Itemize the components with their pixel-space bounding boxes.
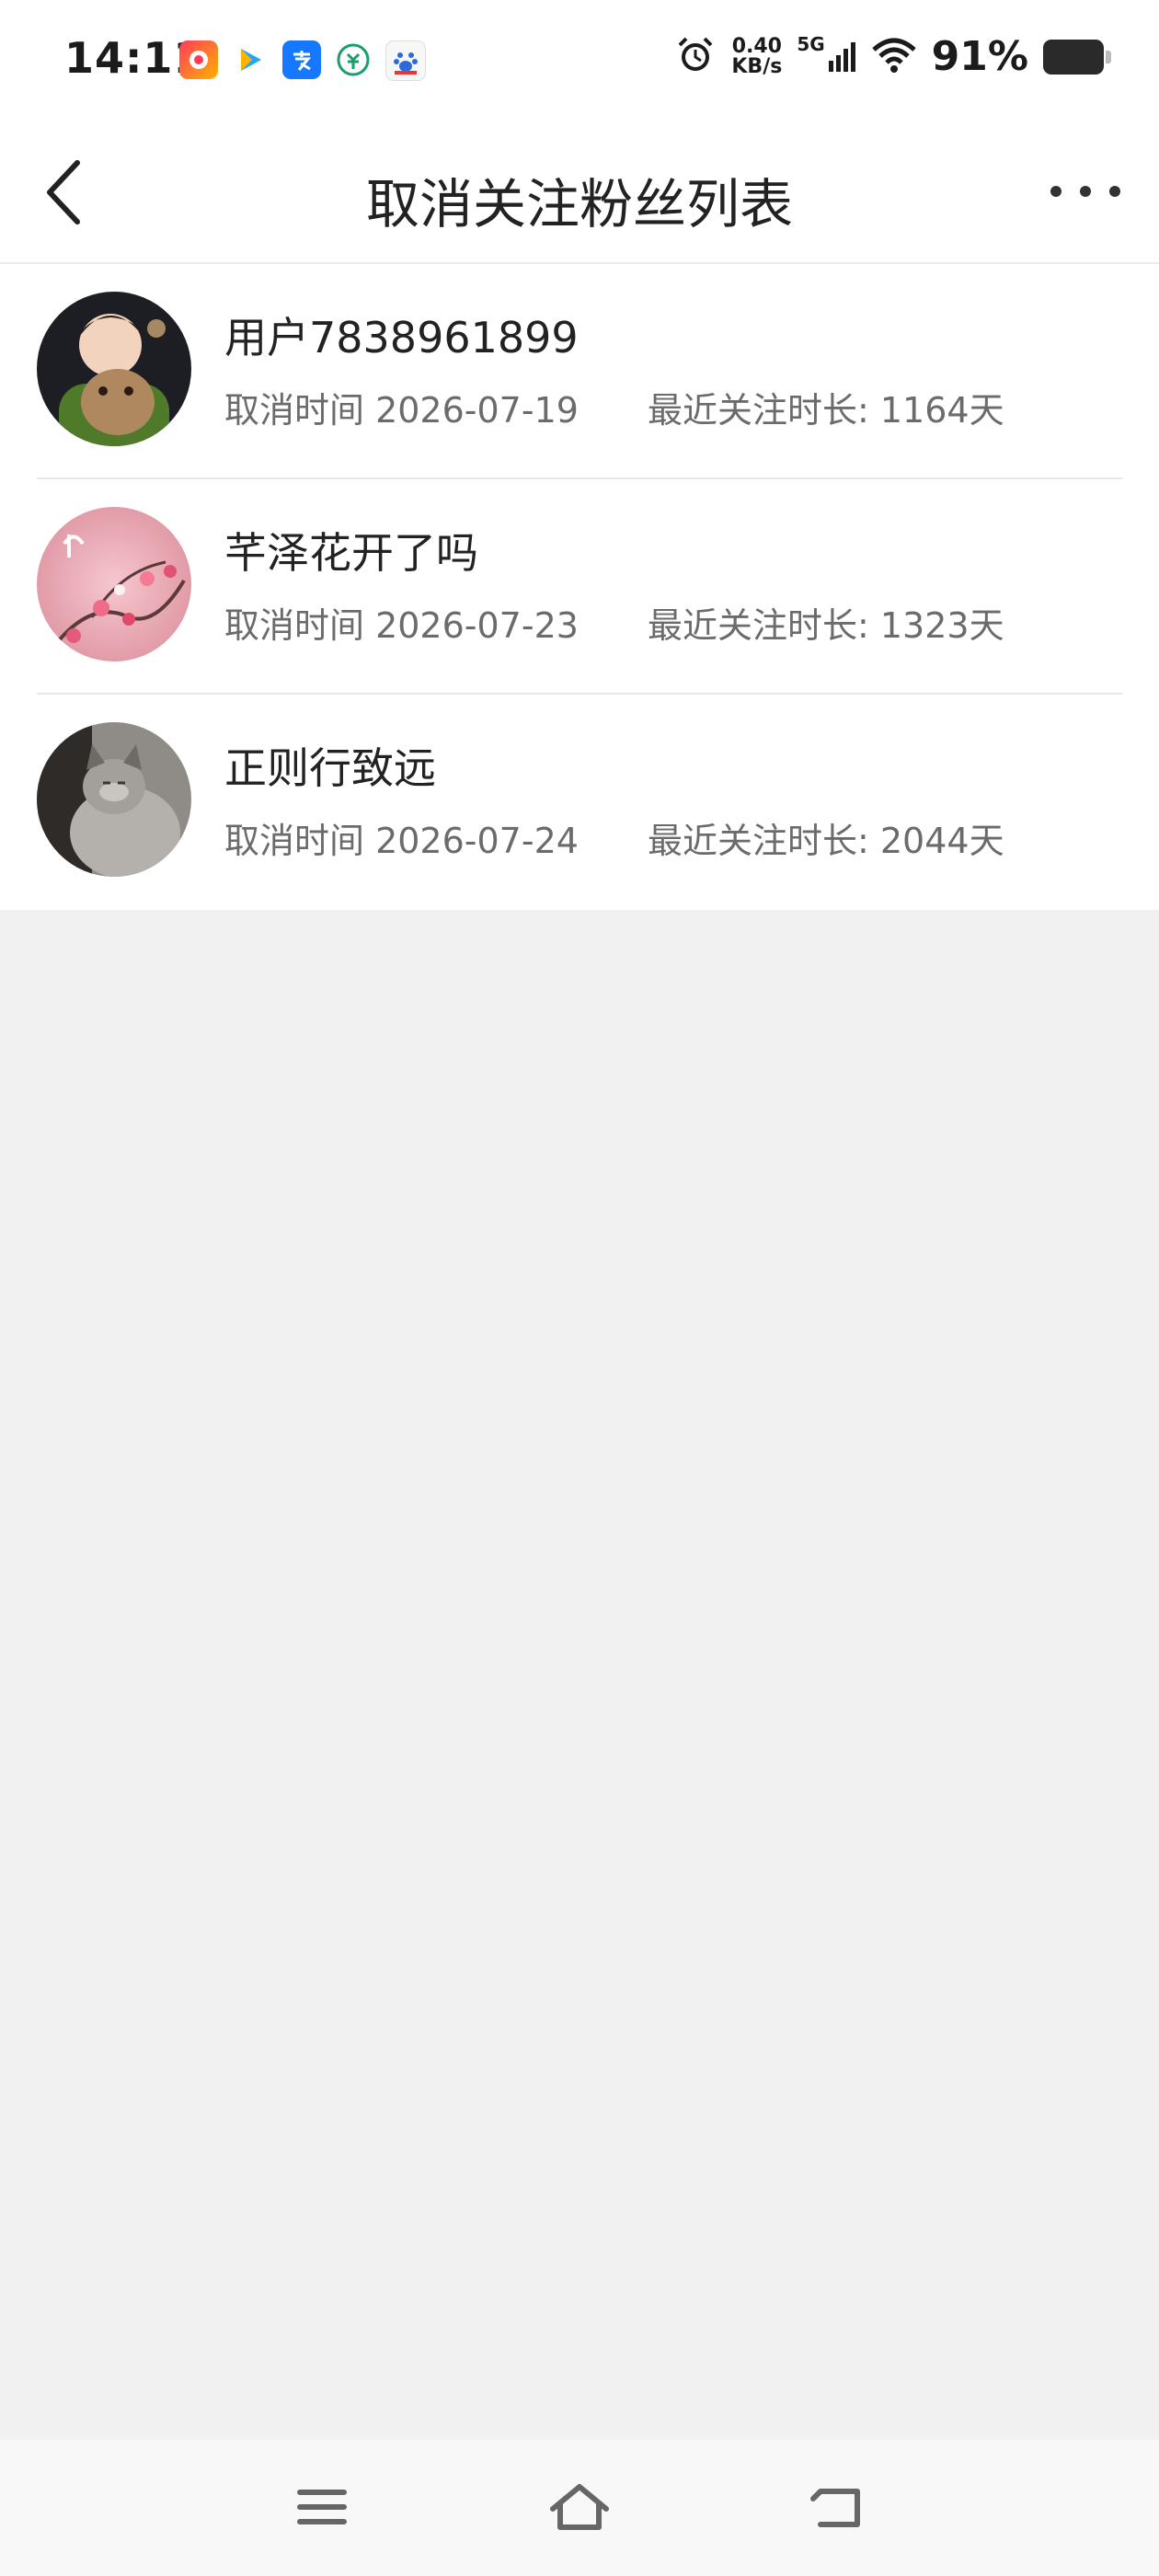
menu-icon — [296, 2487, 348, 2531]
follow-duration: 最近关注时长: 1164天 — [648, 390, 1004, 431]
back-nav-button[interactable] — [800, 2477, 874, 2541]
user-name: 正则行致远 — [224, 743, 436, 793]
home-icon — [547, 2481, 612, 2536]
alipay-icon — [282, 40, 321, 79]
user-name: 芊泽花开了吗 — [224, 528, 478, 578]
network-type: 5G — [797, 32, 825, 55]
cancel-time: 取消时间 2026-07-24 — [224, 821, 579, 861]
avatar[interactable] — [37, 722, 191, 877]
signal-icon — [828, 39, 856, 75]
return-icon — [809, 2484, 865, 2534]
network-speed: 0.40 KB/s — [731, 34, 783, 78]
list-item[interactable]: 正则行致远 取消时间 2026-07-24 最近关注时长: 2044天 — [0, 695, 1159, 910]
video-app-icon — [231, 40, 270, 79]
battery-percent: 91% — [931, 33, 1028, 80]
user-name: 用户7838961899 — [224, 313, 579, 362]
shopping-app-icon — [179, 40, 218, 79]
list-item[interactable]: 芊泽花开了吗 取消时间 2026-07-23 最近关注时长: 1323天 — [0, 479, 1159, 695]
menu-button[interactable] — [285, 2477, 359, 2541]
system-nav-bar — [0, 2440, 1159, 2576]
follow-duration: 最近关注时长: 2044天 — [648, 821, 1004, 861]
unfollow-fans-list: 用户7838961899 取消时间 2026-07-19 最近关注时长: 116… — [0, 264, 1159, 910]
baidu-icon — [385, 40, 426, 81]
nav-header: 取消关注粉丝列表 — [0, 124, 1159, 264]
home-button[interactable] — [543, 2477, 616, 2541]
avatar[interactable] — [37, 507, 191, 661]
more-options-button[interactable] — [1039, 161, 1131, 225]
status-bar: 14:11 0.40 KB/s 5G 91% — [0, 0, 1159, 124]
cancel-time: 取消时间 2026-07-23 — [224, 605, 579, 646]
notification-icons — [179, 40, 426, 81]
status-indicators: 0.40 KB/s 5G 91% — [674, 32, 1111, 80]
bank-app-icon — [334, 40, 373, 79]
wifi-icon — [871, 37, 917, 77]
battery-icon — [1043, 39, 1111, 75]
page-title: 取消关注粉丝列表 — [365, 173, 793, 236]
follow-duration: 最近关注时长: 1323天 — [648, 605, 1004, 646]
more-dots-icon — [1049, 184, 1122, 202]
list-item[interactable]: 用户7838961899 取消时间 2026-07-19 最近关注时长: 116… — [0, 264, 1159, 479]
alarm-icon — [674, 34, 717, 80]
cancel-time: 取消时间 2026-07-19 — [224, 390, 579, 431]
avatar[interactable] — [37, 292, 191, 446]
